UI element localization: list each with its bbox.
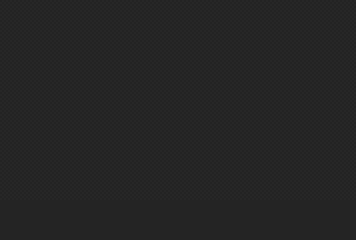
blank-dark-screen <box>0 0 356 200</box>
